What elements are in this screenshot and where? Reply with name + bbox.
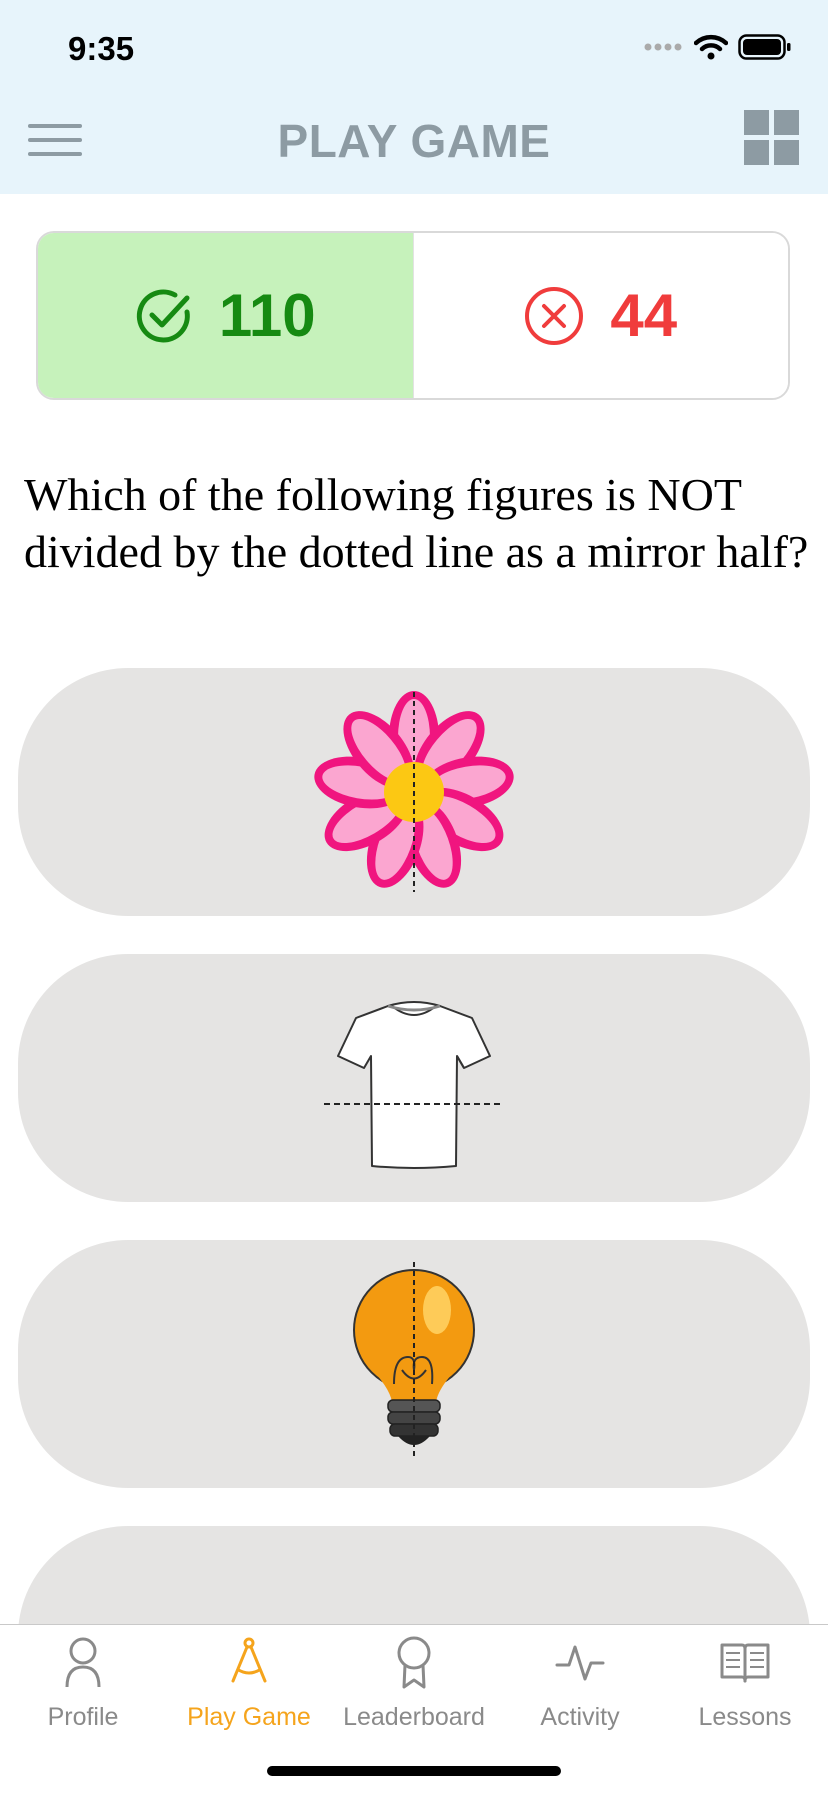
status-time: 9:35 bbox=[68, 30, 135, 67]
signal-icon bbox=[644, 43, 682, 51]
tab-play-game[interactable]: Play Game bbox=[166, 1625, 332, 1735]
question-text: Which of the following figures is NOT di… bbox=[24, 469, 809, 577]
answer-option-2[interactable] bbox=[18, 954, 810, 1202]
wrong-count: 44 bbox=[610, 282, 678, 349]
tab-label: Play Game bbox=[187, 1703, 311, 1731]
tab-label: Profile bbox=[47, 1703, 119, 1731]
tab-profile[interactable]: Profile bbox=[0, 1625, 166, 1735]
tshirt-icon bbox=[324, 1001, 504, 1169]
x-circle-icon bbox=[525, 286, 584, 345]
score-panel: 110 44 bbox=[36, 231, 790, 400]
award-icon bbox=[397, 1636, 431, 1689]
tab-activity[interactable]: Activity bbox=[497, 1625, 663, 1735]
check-circle-icon bbox=[136, 288, 190, 342]
status-bar: 9:35 bbox=[0, 0, 828, 96]
status-icons bbox=[644, 34, 792, 60]
flower-icon bbox=[314, 691, 514, 894]
tab-label: Lessons bbox=[698, 1703, 792, 1731]
answer-option-3[interactable] bbox=[18, 1240, 810, 1488]
lightbulb-icon bbox=[353, 1262, 475, 1458]
home-indicator[interactable] bbox=[267, 1766, 561, 1776]
correct-score: 110 bbox=[38, 233, 413, 398]
person-icon bbox=[65, 1637, 101, 1688]
answer-option-1[interactable] bbox=[18, 668, 810, 916]
correct-count: 110 bbox=[218, 282, 316, 349]
grid-icon bbox=[744, 110, 799, 165]
tab-label: Leaderboard bbox=[343, 1703, 485, 1731]
nav-bar: PLAY GAME bbox=[0, 96, 828, 194]
compass-icon bbox=[231, 1637, 267, 1683]
tab-lessons[interactable]: Lessons bbox=[662, 1625, 828, 1735]
book-icon bbox=[720, 1643, 770, 1683]
page-title: PLAY GAME bbox=[277, 115, 551, 167]
tab-leaderboard[interactable]: Leaderboard bbox=[331, 1625, 497, 1735]
wifi-icon bbox=[694, 34, 728, 60]
wrong-score: 44 bbox=[412, 233, 788, 398]
tab-label: Activity bbox=[540, 1703, 620, 1731]
battery-icon bbox=[738, 34, 791, 60]
grid-view-button[interactable] bbox=[744, 110, 800, 166]
activity-icon bbox=[555, 1645, 605, 1681]
